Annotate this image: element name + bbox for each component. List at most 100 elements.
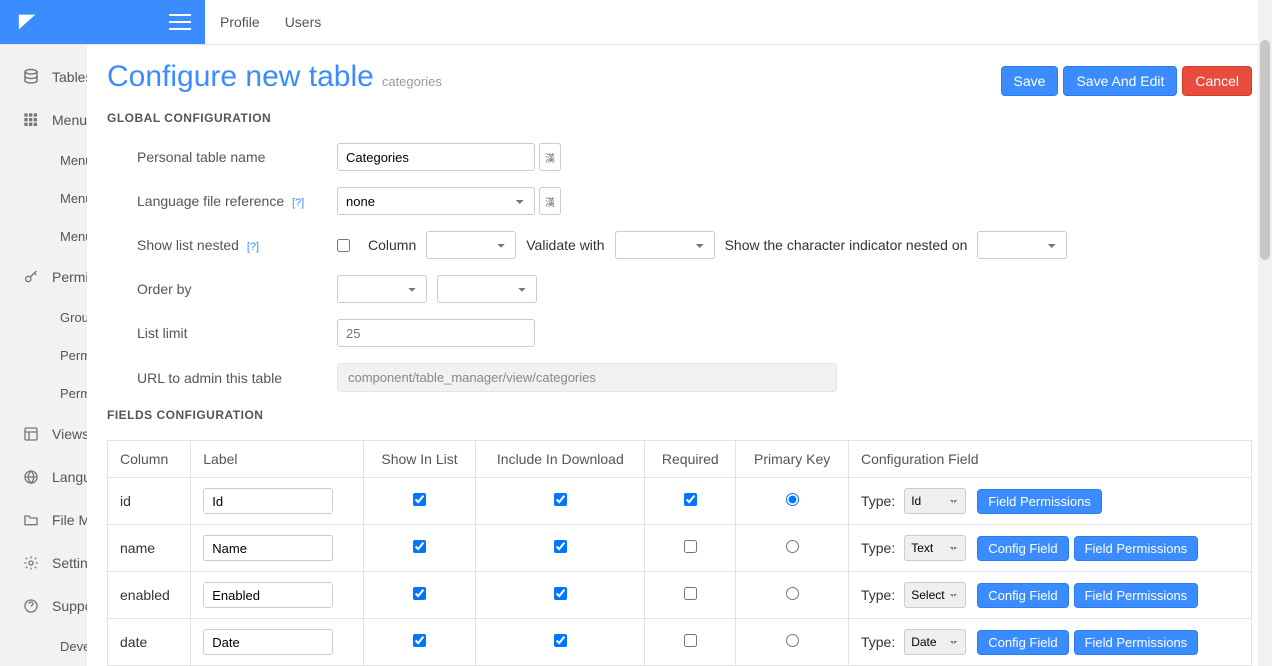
pk-radio-3[interactable] <box>786 634 799 647</box>
field-permissions-button-2[interactable]: Field Permissions <box>1074 583 1199 608</box>
save-and-edit-button[interactable]: Save And Edit <box>1063 66 1177 96</box>
show-checkbox-1[interactable] <box>413 540 426 553</box>
cell-column: id <box>108 478 191 525</box>
sidebar-item-3[interactable]: Menu 2 <box>0 179 87 217</box>
download-checkbox-2[interactable] <box>554 587 567 600</box>
sidebar-item-5[interactable]: Permissions <box>0 255 87 298</box>
page-subtitle: categories <box>382 74 442 89</box>
sidebar-item-1[interactable]: Menus <box>0 98 87 141</box>
topnav-profile[interactable]: Profile <box>220 14 260 30</box>
field-permissions-button-3[interactable]: Field Permissions <box>1074 630 1199 655</box>
field-permissions-button-1[interactable]: Field Permissions <box>1074 536 1199 561</box>
sidebar-label: Tables <box>52 69 87 85</box>
sidebar-item-9[interactable]: Views <box>0 412 87 455</box>
sidebar-label: Permissions <box>52 269 87 285</box>
label-input-3[interactable] <box>203 629 333 655</box>
sidebar-item-7[interactable]: Permissions <box>0 336 87 374</box>
char-indicator-select[interactable] <box>977 231 1067 259</box>
download-checkbox-0[interactable] <box>554 493 567 506</box>
sidebar-icon-1 <box>22 111 40 129</box>
lang-button-2[interactable]: 漢 <box>539 187 561 215</box>
hamburger-menu-button[interactable] <box>155 0 205 45</box>
cancel-button[interactable]: Cancel <box>1182 66 1252 96</box>
required-checkbox-1[interactable] <box>684 540 697 553</box>
scrollbar[interactable] <box>1258 0 1272 666</box>
required-checkbox-3[interactable] <box>684 634 697 647</box>
sidebar-label: Permissions <box>60 386 87 401</box>
type-select-1[interactable]: Text <box>904 535 966 561</box>
cell-column: name <box>108 525 191 572</box>
order-by-dir-select[interactable] <box>437 275 537 303</box>
sidebar-label: Groups <box>60 310 87 325</box>
config-field-button-3[interactable]: Config Field <box>977 630 1068 655</box>
config-field-button-2[interactable]: Config Field <box>977 583 1068 608</box>
sidebar-item-11[interactable]: File Manager <box>0 498 87 541</box>
sidebar-item-4[interactable]: Menu 3 <box>0 217 87 255</box>
show-char-indicator-label: Show the character indicator nested on <box>725 237 968 253</box>
col-header-required: Required <box>645 441 736 478</box>
col-header-show: Show In List <box>363 441 476 478</box>
cell-column: date <box>108 619 191 666</box>
show-checkbox-3[interactable] <box>413 634 426 647</box>
personal-table-name-input[interactable] <box>337 143 535 171</box>
cell-column: enabled <box>108 572 191 619</box>
sidebar-icon-11 <box>22 511 40 529</box>
sidebar-item-6[interactable]: Groups <box>0 298 87 336</box>
sidebar-item-0[interactable]: Tables <box>0 55 87 98</box>
lang-button-1[interactable]: 漢 <box>539 143 561 171</box>
show-list-nested-help-icon[interactable]: [?] <box>247 241 259 253</box>
download-checkbox-3[interactable] <box>554 634 567 647</box>
col-header-column: Column <box>108 441 191 478</box>
show-list-nested-label: Show list nested <box>137 237 239 253</box>
list-limit-input[interactable] <box>337 319 535 347</box>
pk-radio-1[interactable] <box>786 540 799 553</box>
column-select[interactable] <box>426 231 516 259</box>
sidebar-item-12[interactable]: Settings <box>0 541 87 584</box>
order-by-field-select[interactable] <box>337 275 427 303</box>
col-header-config: Configuration Field <box>848 441 1251 478</box>
url-admin-label: URL to admin this table <box>107 370 337 386</box>
col-header-pk: Primary Key <box>736 441 849 478</box>
sidebar-label: Developer <box>60 639 87 654</box>
label-input-1[interactable] <box>203 535 333 561</box>
sidebar-label: Menu 3 <box>60 229 87 244</box>
pk-radio-0[interactable] <box>786 493 799 506</box>
topnav-users[interactable]: Users <box>285 14 322 30</box>
download-checkbox-1[interactable] <box>554 540 567 553</box>
sidebar-item-8[interactable]: Permissions <box>0 374 87 412</box>
col-header-label: Label <box>191 441 363 478</box>
fields-config-heading: FIELDS CONFIGURATION <box>107 408 1252 422</box>
validate-with-select[interactable] <box>615 231 715 259</box>
logo-icon[interactable] <box>0 0 55 45</box>
page-title: Configure new table <box>107 60 374 94</box>
label-input-0[interactable] <box>203 488 333 514</box>
required-checkbox-0[interactable] <box>684 493 697 506</box>
required-checkbox-2[interactable] <box>684 587 697 600</box>
type-select-3[interactable]: Date <box>904 629 966 655</box>
sidebar-label: Languages <box>52 469 87 485</box>
type-select-2[interactable]: Select <box>904 582 966 608</box>
lang-ref-help-icon[interactable]: [?] <box>292 197 304 209</box>
config-field-button-1[interactable]: Config Field <box>977 536 1068 561</box>
pk-radio-2[interactable] <box>786 587 799 600</box>
lang-ref-select[interactable]: none <box>337 187 535 215</box>
type-select-0[interactable]: Id <box>904 488 966 514</box>
type-label: Type: <box>861 540 895 556</box>
sidebar-item-14[interactable]: Developer <box>0 627 87 665</box>
show-checkbox-0[interactable] <box>413 493 426 506</box>
show-list-nested-checkbox[interactable] <box>337 239 350 252</box>
show-checkbox-2[interactable] <box>413 587 426 600</box>
sidebar-item-13[interactable]: Support <box>0 584 87 627</box>
validate-with-label: Validate with <box>526 237 604 253</box>
list-limit-label: List limit <box>107 325 337 341</box>
table-row: date Type: Date Config Field Field Permi… <box>108 619 1252 666</box>
table-row: id Type: Id Field Permissions <box>108 478 1252 525</box>
col-header-download: Include In Download <box>476 441 645 478</box>
sidebar-label: Settings <box>52 555 87 571</box>
save-button[interactable]: Save <box>1001 66 1059 96</box>
sidebar-item-2[interactable]: Menu 1 <box>0 141 87 179</box>
url-admin-value: component/table_manager/view/categories <box>337 363 837 392</box>
field-permissions-button-0[interactable]: Field Permissions <box>977 489 1102 514</box>
sidebar-item-10[interactable]: Languages <box>0 455 87 498</box>
label-input-2[interactable] <box>203 582 333 608</box>
